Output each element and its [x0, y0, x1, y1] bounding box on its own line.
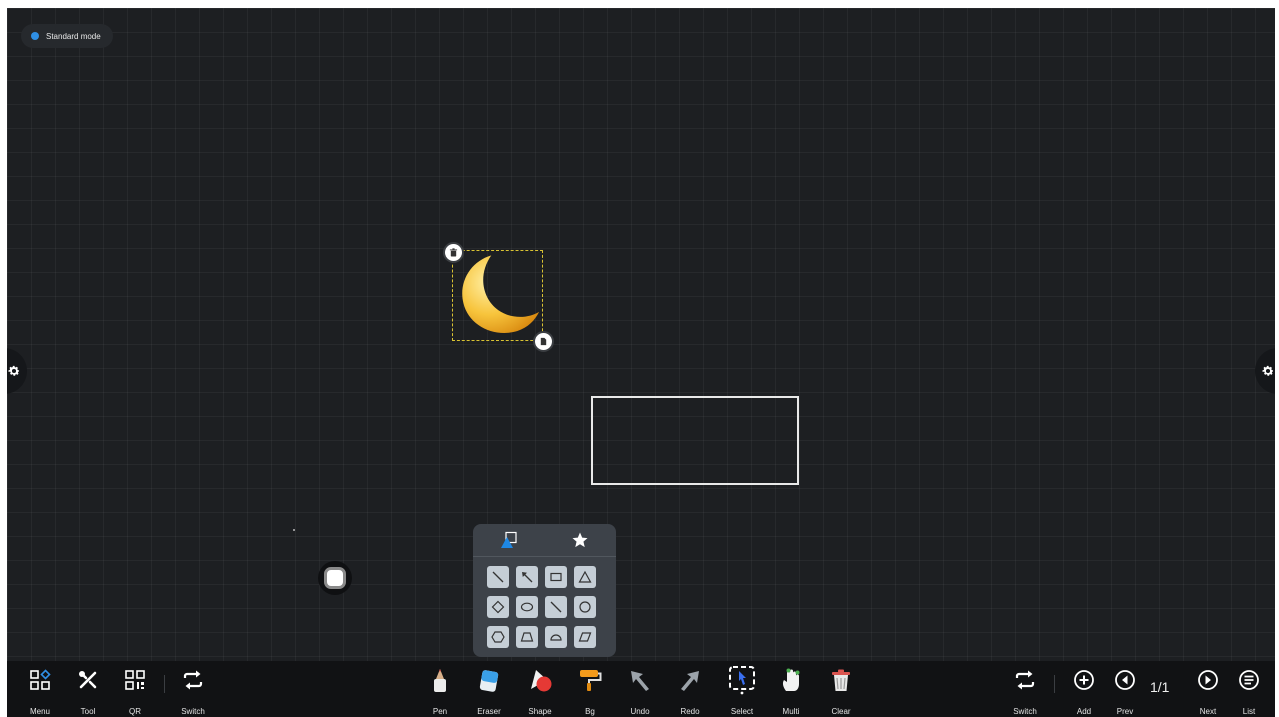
switch-button-right[interactable]: Switch [1001, 666, 1049, 716]
tab-stickers[interactable] [545, 524, 617, 556]
redo-button[interactable]: Redo [666, 666, 714, 716]
star-icon [572, 532, 588, 548]
rectangle-shape[interactable] [591, 396, 799, 485]
selection-box[interactable] [452, 250, 543, 341]
left-settings-button[interactable] [7, 348, 27, 394]
tab-shapes[interactable] [473, 524, 545, 556]
toolbar-divider [164, 675, 165, 693]
delete-handle[interactable] [443, 242, 464, 263]
pen-button[interactable]: Pen [416, 666, 464, 716]
switch-label: Switch [1013, 707, 1037, 716]
add-label: Add [1076, 707, 1092, 716]
multi-touch-button[interactable]: Multi [767, 666, 815, 716]
clear-button[interactable]: Clear [817, 666, 865, 716]
shape-hexagon-icon[interactable] [487, 626, 509, 648]
paint-roller-icon [580, 670, 602, 691]
shape-parallelogram-icon[interactable] [574, 626, 596, 648]
page-list-button[interactable]: List [1225, 666, 1273, 716]
multi-touch-hand-icon [782, 668, 800, 691]
shape-button[interactable]: Shape [516, 666, 564, 716]
mode-status-dot [31, 32, 39, 40]
menu-icon [30, 669, 51, 690]
redo-label: Redo [680, 707, 700, 716]
canvas-dot [293, 529, 295, 531]
clear-label: Clear [831, 707, 851, 716]
switch-label: Switch [181, 707, 205, 716]
shape-trapezoid-icon[interactable] [516, 626, 538, 648]
mode-label: Standard mode [46, 31, 101, 41]
eraser-button[interactable]: Eraser [465, 666, 513, 716]
switch-icon [183, 670, 203, 690]
shape-line-icon[interactable] [545, 596, 567, 618]
whiteboard-canvas[interactable]: Standard mode Menu Tool QR Switch Pen Er… [7, 8, 1275, 717]
shape-label: Shape [528, 707, 552, 716]
page-indicator: 1/1 [1150, 679, 1170, 695]
select-icon [729, 666, 755, 695]
multi-label: Multi [782, 707, 800, 716]
gear-icon [8, 365, 20, 376]
shape-rectangle-icon[interactable] [545, 566, 567, 588]
plus-circle-icon [1074, 670, 1094, 690]
floating-button-icon [324, 567, 346, 589]
eraser-label: Eraser [477, 707, 501, 716]
trash-icon [449, 248, 458, 257]
list-label: List [1242, 707, 1256, 716]
list-icon [1239, 670, 1259, 690]
menu-button[interactable]: Menu [16, 666, 64, 716]
pen-label: Pen [432, 707, 448, 716]
shape-triangle-icon[interactable] [574, 566, 596, 588]
resize-icon [540, 337, 547, 346]
select-button[interactable]: Select [718, 666, 766, 716]
bottom-toolbar: Menu Tool QR Switch Pen Eraser Shape Bg … [7, 661, 1275, 717]
switch-button-left[interactable]: Switch [169, 666, 217, 716]
shape-arrow-icon[interactable] [516, 566, 538, 588]
trash-bin-icon [832, 669, 850, 691]
tool-button[interactable]: Tool [64, 666, 112, 716]
qr-button[interactable]: QR [111, 666, 159, 716]
chevron-left-icon [1115, 670, 1135, 690]
menu-label: Menu [29, 707, 50, 716]
switch-icon [1015, 670, 1035, 690]
toolbar-divider [1054, 675, 1055, 693]
qr-code-icon [125, 670, 145, 690]
undo-label: Undo [630, 707, 650, 716]
mode-indicator[interactable]: Standard mode [21, 24, 113, 48]
undo-button[interactable]: Undo [616, 666, 664, 716]
shape-circle-icon[interactable] [574, 596, 596, 618]
shape-icon [531, 670, 552, 692]
tools-icon [79, 671, 97, 689]
prev-label: Prev [1116, 707, 1134, 716]
select-label: Select [730, 707, 754, 716]
shape-line-icon[interactable] [487, 566, 509, 588]
shape-diamond-icon[interactable] [487, 596, 509, 618]
floating-menu-button[interactable] [318, 561, 352, 595]
bg-button[interactable]: Bg [566, 666, 614, 716]
resize-handle[interactable] [533, 331, 554, 352]
chevron-right-icon [1198, 670, 1218, 690]
eraser-icon [479, 670, 499, 692]
right-settings-button[interactable] [1255, 348, 1275, 394]
qr-label: QR [129, 707, 141, 716]
shape-panel [473, 524, 616, 657]
shape-semicircle-icon[interactable] [545, 626, 567, 648]
next-label: Next [1199, 707, 1217, 716]
tool-label: Tool [80, 707, 96, 716]
shape-tab-icon [500, 531, 517, 548]
undo-icon [631, 671, 649, 691]
redo-icon [681, 671, 699, 691]
prev-page-button[interactable]: Prev [1101, 666, 1149, 716]
pen-icon [434, 669, 446, 692]
shape-ellipse-icon[interactable] [516, 596, 538, 618]
bg-label: Bg [585, 707, 595, 716]
gear-icon [1262, 365, 1274, 376]
